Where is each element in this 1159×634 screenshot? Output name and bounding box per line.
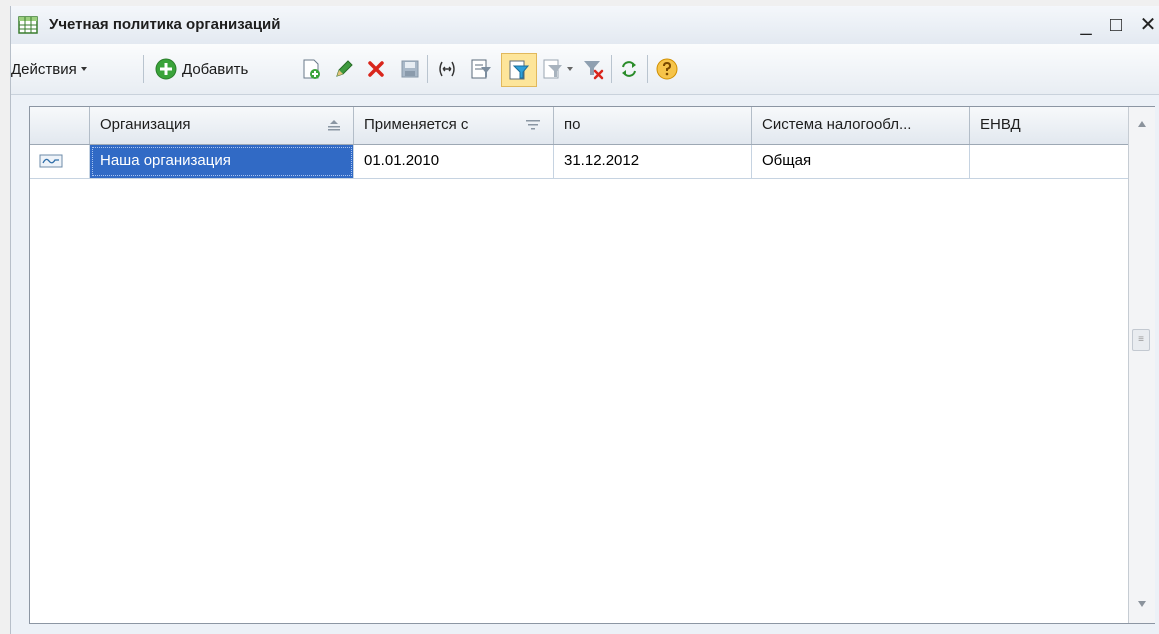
save-icon (401, 60, 419, 78)
header-organization[interactable]: Организация (90, 107, 354, 144)
copy-icon (303, 59, 320, 79)
toolbar-separator (143, 55, 144, 83)
change-position-button[interactable] (435, 56, 459, 82)
scroll-down-button[interactable] (1129, 591, 1155, 619)
list-window: Учетная политика организаций _ □ ✕ Дейст… (10, 6, 1159, 634)
edit-icon (336, 60, 353, 77)
cell-applies-from[interactable]: 01.01.2010 (354, 145, 554, 178)
clear-filter-icon (584, 61, 604, 80)
maximize-button[interactable]: □ (1103, 12, 1129, 38)
header-tax-system[interactable]: Система налогообл... (752, 107, 970, 144)
filter-dropdown-button[interactable] (541, 56, 575, 82)
refresh-button[interactable] (618, 56, 640, 82)
scroll-up-button[interactable] (1129, 111, 1155, 139)
filter-dropdown-icon (543, 59, 562, 79)
arrow-down-icon (1138, 601, 1146, 607)
cell-tax-system[interactable]: Общая (752, 145, 970, 178)
add-icon (155, 58, 177, 80)
table-icon (17, 14, 39, 36)
sort-ascending-icon (328, 120, 340, 131)
filter-lines-icon (526, 120, 540, 130)
help-button[interactable] (655, 56, 679, 82)
actions-menu-button[interactable]: Действия (11, 56, 91, 82)
clear-filter-button[interactable] (581, 56, 605, 82)
actions-label: Действия (11, 60, 77, 78)
vertical-scrollbar[interactable]: ≡ (1128, 107, 1155, 623)
edit-button[interactable] (333, 56, 355, 82)
header-applies-from[interactable]: Применяется с (354, 107, 554, 144)
save-button[interactable] (399, 56, 421, 82)
chevron-down-icon (80, 67, 87, 71)
add-button[interactable]: Добавить (154, 56, 248, 82)
header-icon-column[interactable] (30, 107, 90, 144)
toolbar-separator (611, 55, 612, 83)
help-icon (656, 58, 678, 80)
header-envd[interactable]: ЕНВД (970, 107, 1128, 144)
filter-settings-icon (471, 59, 491, 79)
toolbar-separator (427, 55, 428, 83)
close-button[interactable]: ✕ (1135, 12, 1159, 38)
table-header: Организация Применяется с по Система нал… (30, 107, 1128, 145)
toolbar-separator (647, 55, 648, 83)
cell-to[interactable]: 31.12.2012 (554, 145, 752, 178)
refresh-icon (622, 61, 636, 77)
filter-settings-button[interactable] (469, 56, 493, 82)
cell-organization[interactable]: Наша организация (90, 145, 354, 178)
delete-button[interactable] (365, 56, 387, 82)
minimize-button[interactable]: _ (1073, 12, 1099, 38)
record-icon (39, 154, 63, 168)
toolbar: Действия Добавить (11, 44, 1159, 95)
accounting-policy-table[interactable]: Организация Применяется с по Система нал… (29, 106, 1155, 624)
copy-button[interactable] (299, 56, 323, 82)
add-label: Добавить (182, 60, 249, 78)
title-bar: Учетная политика организаций _ □ ✕ (11, 6, 1159, 45)
delete-icon (368, 61, 384, 77)
chevron-down-icon (567, 67, 573, 71)
window-title: Учетная политика организаций (49, 16, 281, 33)
filter-button[interactable] (501, 53, 537, 87)
row-type-cell (30, 145, 90, 178)
table-row[interactable]: Наша организация 01.01.2010 31.12.2012 О… (30, 145, 1128, 179)
filter-icon (509, 60, 530, 80)
change-position-icon (439, 61, 455, 77)
page: Учетная политика организаций _ □ ✕ Дейст… (0, 0, 1159, 634)
arrow-up-icon (1138, 121, 1146, 127)
cell-envd[interactable] (970, 145, 1128, 178)
scroll-thumb[interactable]: ≡ (1132, 329, 1150, 351)
header-to[interactable]: по (554, 107, 752, 144)
